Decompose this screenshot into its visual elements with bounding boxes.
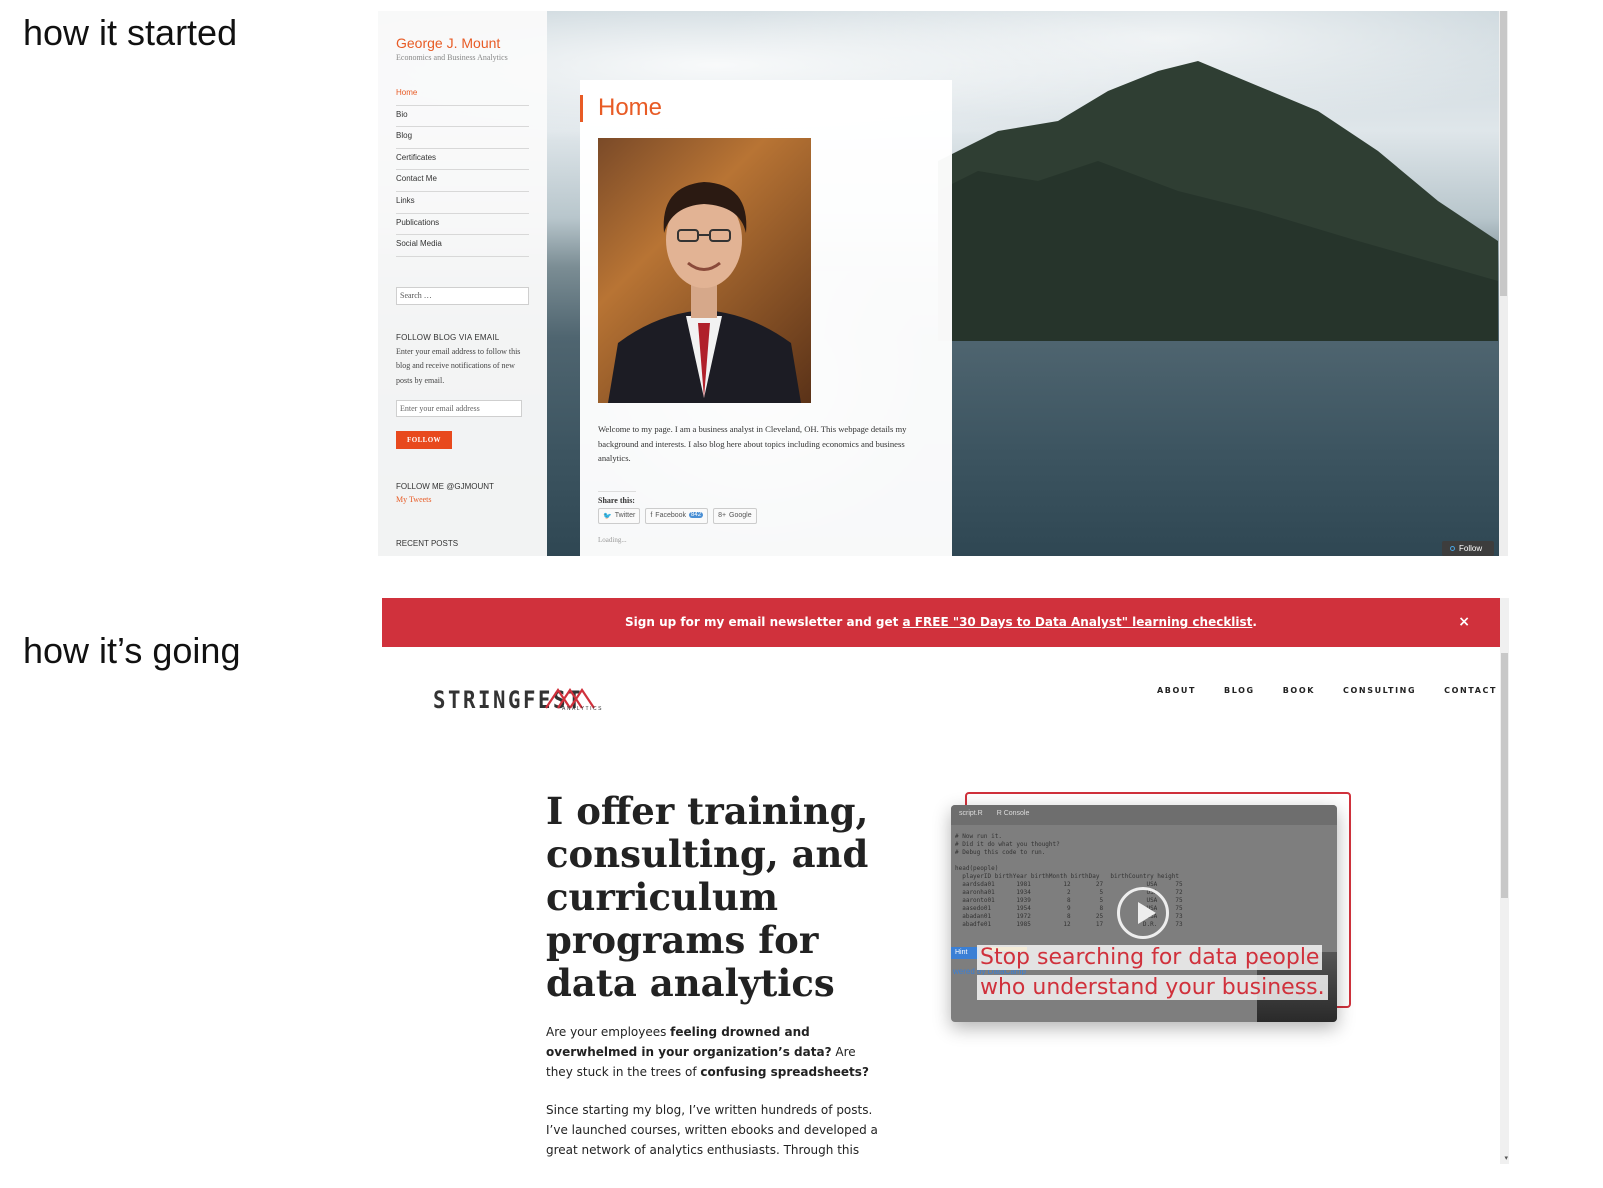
scrollbar-thumb[interactable]: [1500, 11, 1507, 296]
portrait-photo: [598, 138, 811, 403]
nav-item-links[interactable]: Links: [396, 192, 529, 214]
nav-item-certificates[interactable]: Certificates: [396, 149, 529, 171]
tab-script: script.R: [959, 810, 983, 817]
share-twitter-button[interactable]: 🐦 Twitter: [598, 508, 641, 524]
caption-how-its-going: how it’s going: [23, 630, 241, 671]
new-website-screenshot: Sign up for my email newsletter and get …: [382, 598, 1509, 1164]
nav-item-bio[interactable]: Bio: [396, 106, 529, 128]
video-editor-tabs: script.R R Console: [951, 805, 1337, 825]
nav-item-blog[interactable]: Blog: [396, 127, 529, 149]
loading-text: Loading...: [598, 536, 627, 544]
follow-widget-title: FOLLOW BLOG VIA EMAIL: [396, 332, 500, 342]
share-facebook-label: Facebook: [655, 512, 687, 519]
scroll-down-icon[interactable]: ▾: [1504, 1154, 1508, 1162]
old-content-panel: Home Welcome to my page. I am a business…: [580, 80, 952, 556]
follow-widget-text: Enter your email address to follow this …: [396, 346, 521, 385]
caption-how-it-started: how it started: [23, 12, 238, 53]
follow-button[interactable]: FOLLOW: [396, 431, 452, 450]
share-title: Share this:: [598, 491, 636, 505]
share-google-button[interactable]: 8+ Google: [713, 508, 757, 524]
scrollbar-thumb[interactable]: [1501, 653, 1508, 898]
intro-text-bold-2: confusing spreadsheets?: [700, 1065, 869, 1079]
share-google-label: Google: [729, 512, 752, 519]
intro-text-1: Are your employees: [546, 1025, 671, 1039]
person-illustration: [608, 182, 801, 403]
page-title: Home: [598, 94, 663, 121]
nav-item-contact[interactable]: Contact Me: [396, 170, 529, 192]
tab-console: R Console: [996, 810, 1030, 817]
video-caption-line-1: Stop searching for data people: [977, 945, 1323, 970]
main-menu: ABOUT BLOG BOOK CONSULTING CONTACT: [1157, 686, 1497, 695]
menu-book[interactable]: BOOK: [1283, 686, 1315, 695]
hero-heading: I offer training, consulting, and curric…: [546, 789, 869, 1005]
old-nav: Home Bio Blog Certificates Contact Me Li…: [396, 84, 529, 257]
banner-text: Sign up for my email newsletter and get: [625, 615, 903, 629]
menu-blog[interactable]: BLOG: [1224, 686, 1255, 695]
video-player[interactable]: script.R R Console # Now run it. # Did i…: [951, 805, 1337, 1022]
twitter-widget-title: FOLLOW ME @GJMOUNT: [396, 482, 494, 492]
my-tweets-link[interactable]: My Tweets: [396, 495, 529, 504]
recent-posts-title: RECENT POSTS: [396, 539, 459, 549]
banner-link[interactable]: a FREE "30 Days to Data Analyst" learnin…: [903, 615, 1253, 629]
nav-item-home[interactable]: Home: [396, 84, 529, 106]
title-accent-bar: [580, 95, 583, 122]
search-input[interactable]: Search …: [396, 286, 529, 305]
google-plus-icon: 8+: [718, 512, 727, 519]
intro-paragraph: Are your employees feeling drowned and o…: [546, 1022, 886, 1082]
newsletter-banner: Sign up for my email newsletter and get …: [382, 598, 1500, 647]
play-icon[interactable]: [1117, 887, 1169, 939]
menu-contact[interactable]: CONTACT: [1444, 686, 1497, 695]
logo-subtext: ANALYTICS: [562, 706, 603, 712]
experience-paragraph: Since starting my blog, I’ve written hun…: [546, 1103, 878, 1164]
menu-about[interactable]: ABOUT: [1157, 686, 1196, 695]
hint-badge: Hint: [951, 947, 979, 959]
wordpress-icon: [1450, 546, 1455, 552]
old-website-screenshot: George J. Mount Economics and Business A…: [378, 11, 1508, 556]
facebook-icon: f: [650, 512, 653, 519]
menu-consulting[interactable]: CONSULTING: [1343, 686, 1416, 695]
twitter-icon: 🐦: [603, 513, 612, 520]
site-subtitle: Economics and Business Analytics: [396, 53, 508, 62]
nav-item-publications[interactable]: Publications: [396, 214, 529, 236]
video-caption-line-2: who understand your business.: [977, 975, 1328, 1000]
facebook-share-count: 842: [689, 512, 704, 518]
old-sidebar: George J. Mount Economics and Business A…: [378, 11, 547, 556]
follow-pill-button[interactable]: Follow: [1442, 541, 1494, 556]
follow-pill-label: Follow: [1459, 544, 1483, 553]
mountain-image: [938, 61, 1498, 341]
nav-item-social-media[interactable]: Social Media: [396, 235, 529, 257]
banner-text-end: .: [1252, 615, 1257, 629]
share-facebook-button[interactable]: f Facebook 842: [645, 508, 709, 524]
close-icon[interactable]: ×: [1458, 598, 1470, 647]
share-buttons: 🐦 Twitter f Facebook 842 8+ Google: [598, 508, 757, 524]
welcome-text: Welcome to my page. I am a business anal…: [598, 424, 907, 463]
site-title[interactable]: George J. Mount: [396, 35, 529, 51]
email-field[interactable]: Enter your email address: [396, 400, 522, 418]
share-twitter-label: Twitter: [614, 512, 636, 519]
